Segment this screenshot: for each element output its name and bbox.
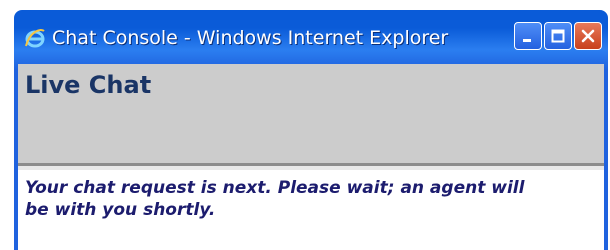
header-panel: Live Chat [18,64,604,170]
window-controls [514,22,602,50]
page-title: Live Chat [25,71,152,99]
status-message: Your chat request is next. Please wait; … [25,178,525,220]
minimize-button[interactable] [514,22,542,50]
maximize-icon [551,29,565,43]
browser-window: Chat Console - Windows Internet Explorer [14,10,608,250]
page-content: Live Chat Your chat request is next. Ple… [18,64,604,250]
internet-explorer-icon [24,27,46,49]
title-bar[interactable]: Chat Console - Windows Internet Explorer [18,10,604,64]
close-button[interactable] [574,22,602,50]
window-title: Chat Console - Windows Internet Explorer [52,27,449,49]
close-icon [581,29,595,43]
maximize-button[interactable] [544,22,572,50]
minimize-icon [523,39,531,42]
